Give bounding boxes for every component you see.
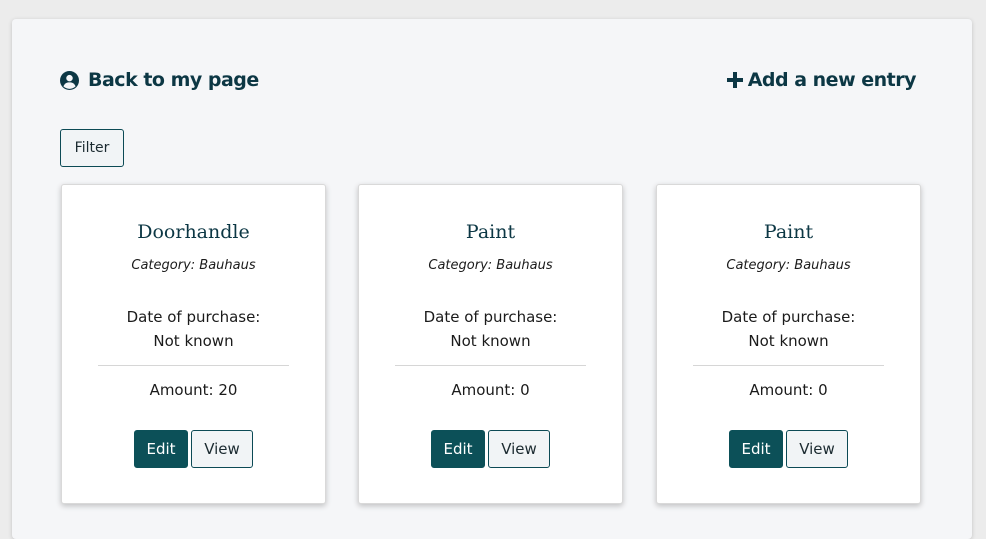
card-actions: Edit View (359, 430, 622, 468)
card-title: Doorhandle (137, 221, 250, 243)
date-of-purchase-value: Not known (748, 332, 829, 350)
card-title: Paint (763, 221, 814, 243)
filter-button[interactable]: Filter (60, 129, 124, 167)
card-category: Category: Bauhaus (131, 258, 256, 273)
card-actions: Edit View (62, 430, 325, 468)
card-actions: Edit View (657, 430, 920, 468)
view-button[interactable]: View (786, 430, 848, 468)
edit-button[interactable]: Edit (134, 430, 188, 468)
user-circle-icon (60, 70, 79, 90)
card-amount: Amount: 0 (749, 381, 828, 399)
date-of-purchase-label: Date of purchase: (126, 308, 261, 326)
add-new-entry-link[interactable]: Add a new entry (726, 69, 917, 91)
entry-card: Paint Category: Bauhaus Date of purchase… (358, 184, 623, 504)
card-divider (693, 365, 884, 366)
card-category: Category: Bauhaus (428, 258, 553, 273)
card-amount: Amount: 20 (149, 381, 238, 399)
card-title: Paint (465, 221, 516, 243)
view-button[interactable]: View (191, 430, 253, 468)
date-of-purchase-label: Date of purchase: (423, 308, 558, 326)
date-of-purchase-value: Not known (153, 332, 234, 350)
add-link-label: Add a new entry (747, 69, 917, 91)
top-nav: Back to my page Add a new entry (60, 69, 917, 97)
card-divider (98, 365, 289, 366)
plus-icon (726, 72, 743, 88)
main-panel: Back to my page Add a new entry Filter D… (12, 19, 972, 539)
back-link-label: Back to my page (88, 69, 259, 91)
card-category: Category: Bauhaus (726, 258, 851, 273)
view-button[interactable]: View (488, 430, 550, 468)
entry-card: Doorhandle Category: Bauhaus Date of pur… (61, 184, 326, 504)
date-of-purchase-label: Date of purchase: (721, 308, 856, 326)
back-to-my-page-link[interactable]: Back to my page (60, 69, 259, 91)
entry-card: Paint Category: Bauhaus Date of purchase… (656, 184, 921, 504)
card-amount: Amount: 0 (451, 381, 530, 399)
date-of-purchase-value: Not known (450, 332, 531, 350)
card-divider (395, 365, 586, 366)
edit-button[interactable]: Edit (431, 430, 485, 468)
edit-button[interactable]: Edit (729, 430, 783, 468)
